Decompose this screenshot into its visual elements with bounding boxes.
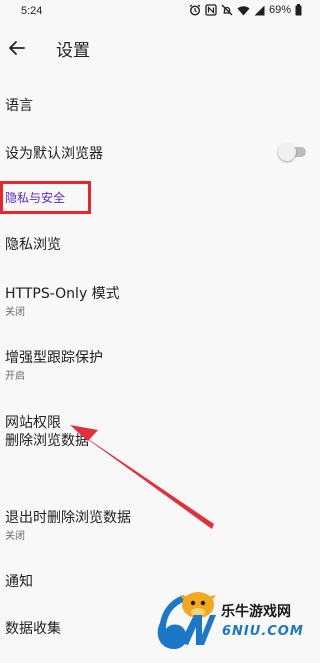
default-browser-toggle[interactable] [278,143,308,161]
pref-delete-on-quit-subtitle: 关闭 [5,531,25,542]
wifi-icon [237,5,250,15]
mute-icon [221,4,233,16]
nfc-icon [205,4,217,16]
status-time: 5:24 [21,5,43,17]
pref-delete-browsing-data[interactable]: 删除浏览数据 [0,421,320,461]
pref-default-browser[interactable]: 设为默认浏览器 [0,132,320,172]
pref-delete-on-quit[interactable]: 退出时删除浏览数据 关闭 [0,498,320,546]
watermark-domain: 6NIU.COM [222,624,304,639]
pref-tracking-protection-title: 增强型跟踪保护 [5,350,103,366]
pref-private-browsing-title: 隐私浏览 [5,237,61,253]
arrow-left-icon [9,41,25,55]
alarm-icon [189,4,201,16]
pref-default-browser-title: 设为默认浏览器 [5,146,103,162]
pref-delete-browsing-data-title: 删除浏览数据 [5,433,89,449]
pref-language[interactable]: 语言 [0,84,320,124]
signal-icon [254,5,265,15]
annotation-highlight-box [0,181,91,214]
pref-delete-on-quit-title: 退出时删除浏览数据 [5,510,131,526]
pref-https-only-title: HTTPS-Only 模式 [5,286,120,302]
pref-tracking-protection[interactable]: 增强型跟踪保护 开启 [0,338,320,386]
pref-private-browsing[interactable]: 隐私浏览 [0,225,320,265]
app-bar: 设置 [0,24,320,72]
battery-percent: 69% [268,4,291,16]
pref-notifications-title: 通知 [5,574,33,590]
battery-icon [295,4,302,16]
pref-data-collection-title: 数据收集 [5,621,61,637]
back-button[interactable] [5,36,29,60]
status-icons: 69% [189,4,302,16]
pref-https-only[interactable]: HTTPS-Only 模式 关闭 [0,274,320,322]
watermark-site-name: 乐牛游戏网 [221,604,291,620]
toggle-thumb [278,143,296,161]
page-title: 设置 [56,41,90,61]
status-bar: 5:24 69% [0,0,320,24]
pref-language-title: 语言 [5,98,33,114]
pref-https-only-subtitle: 关闭 [5,307,25,318]
pref-tracking-protection-subtitle: 开启 [5,371,25,382]
